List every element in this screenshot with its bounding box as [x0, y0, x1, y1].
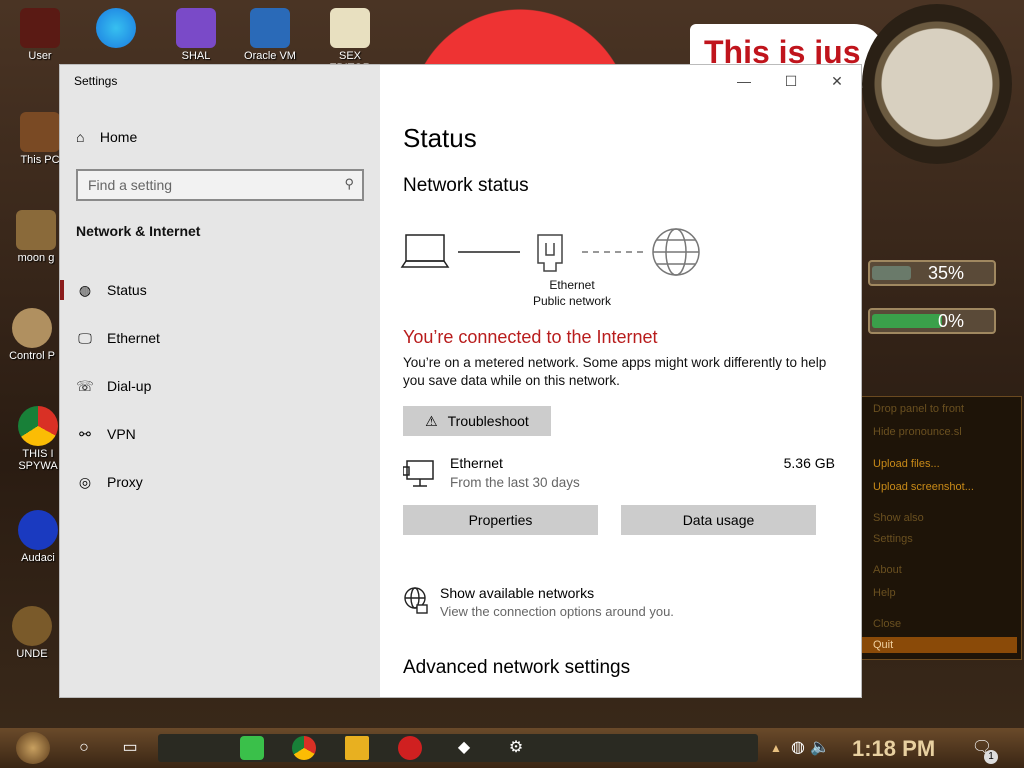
data-usage-button[interactable]: Data usage	[621, 505, 816, 535]
nav-home[interactable]: ⌂ Home	[76, 129, 137, 145]
ethernet-usage-row: Ethernet From the last 30 days 5.36 GB	[403, 455, 835, 495]
menu-item-quit[interactable]: Quit	[839, 637, 1017, 653]
task-view-icon[interactable]: ▭	[118, 736, 142, 760]
gauge-fill	[872, 266, 911, 280]
menu-item-help[interactable]: Help	[873, 587, 896, 599]
lightbulb-icon	[12, 308, 52, 348]
show-networks-subtitle: View the connection options around you.	[440, 604, 674, 619]
start-button[interactable]	[16, 732, 50, 764]
visual-studio-icon	[176, 8, 216, 48]
network-diagram: Ethernet Public network	[400, 225, 710, 315]
search-icon: ⚲	[344, 176, 354, 191]
network-diagram-graphic	[400, 228, 700, 276]
context-menu: Drop panel to front Hide pronounce.sl Up…	[836, 396, 1022, 660]
globe-network-icon	[404, 587, 428, 614]
settings-nav-pane: ⌂ Home Find a setting ⚲ Network & Intern…	[60, 65, 380, 697]
search-input[interactable]: Find a setting ⚲	[76, 169, 364, 201]
diagram-label: Ethernet Public network	[532, 278, 612, 308]
settings-window: ⌂ Home Find a setting ⚲ Network & Intern…	[60, 65, 861, 697]
edge-icon	[96, 8, 136, 48]
ethernet-period: From the last 30 days	[450, 475, 580, 490]
steampunk-clock-widget	[862, 4, 1012, 164]
network-globe-icon[interactable]: ◍	[786, 736, 810, 760]
volume-icon[interactable]: 🔈	[808, 736, 832, 760]
home-icon: ⌂	[76, 129, 85, 145]
moon-icon	[16, 210, 56, 250]
nav-item-vpn[interactable]: ⚯ VPN	[60, 416, 380, 452]
desktop-icon-user[interactable]: User	[12, 8, 68, 62]
user-folder-icon	[20, 8, 60, 48]
chrome-icon[interactable]	[292, 736, 316, 760]
menu-item-drop-panel[interactable]: Drop panel to front	[873, 403, 964, 415]
show-available-networks[interactable]: Show available networks View the connect…	[403, 583, 803, 623]
clock-time[interactable]: 1:18 PM	[852, 736, 935, 762]
ethernet-data-size: 5.36 GB	[783, 455, 835, 471]
desktop-icon-unde[interactable]: UNDE	[4, 606, 60, 660]
menu-item-close[interactable]: Close	[873, 618, 901, 630]
connection-status-text: You’re connected to the Internet	[403, 327, 658, 347]
ethernet-port-icon	[537, 234, 563, 272]
menu-item-show-also[interactable]: Show also	[873, 512, 924, 524]
chrome-icon	[18, 406, 58, 446]
settings-main-pane: Status Network status Ethernet Public ne…	[380, 65, 861, 697]
dialup-icon: ☏	[76, 378, 94, 394]
gauge-widget-1: 35%	[868, 260, 996, 286]
notes-app-icon[interactable]	[240, 736, 264, 760]
globe-icon: ◍	[78, 282, 92, 298]
unity-icon[interactable]: ◆	[452, 736, 476, 760]
desktop-icon-edge[interactable]	[88, 8, 144, 50]
ethernet-monitor-icon	[403, 460, 434, 487]
nav-item-status[interactable]: ◍ Status	[60, 272, 380, 308]
taskbar: ○ ▭ ◆ ⚙ ▲ ◍ 🔈 1:18 PM 🗨 1	[0, 728, 1024, 768]
gauge-widget-2: 0%	[868, 308, 996, 334]
file-explorer-icon[interactable]	[345, 736, 369, 760]
menu-item-upload-screenshot[interactable]: Upload screenshot...	[873, 481, 974, 493]
ethernet-icon: 🖵	[78, 330, 92, 346]
menu-item-settings[interactable]: Settings	[873, 533, 913, 545]
computer-icon	[20, 112, 60, 152]
hex-editor-icon	[330, 8, 370, 48]
internet-globe-icon	[652, 228, 700, 276]
gauge-fill	[872, 314, 942, 328]
network-status-heading: Network status	[403, 175, 529, 196]
cortana-icon[interactable]: ○	[72, 736, 96, 760]
audacity-icon	[18, 510, 58, 550]
nav-item-ethernet[interactable]: 🖵 Ethernet	[60, 320, 380, 356]
desktop-icon-audacity[interactable]: Audaci	[10, 510, 66, 564]
menu-item-hide[interactable]: Hide pronounce.sl	[873, 426, 962, 438]
nav-item-dialup[interactable]: ☏ Dial-up	[60, 368, 380, 404]
desktop-icon-chrome[interactable]: THIS I SPYWA	[10, 406, 66, 472]
show-networks-title: Show available networks	[440, 585, 595, 601]
nav-section-title: Network & Internet	[76, 223, 201, 239]
window-title: Settings	[74, 74, 118, 88]
metered-network-notice: You’re on a metered network. Some apps m…	[403, 355, 827, 388]
desktop-icon-visual-studio[interactable]: SHAL	[168, 8, 224, 62]
gear-icon	[12, 606, 52, 646]
advanced-settings-heading: Advanced network settings	[403, 657, 631, 678]
warning-icon: ⚠	[425, 413, 438, 429]
vpn-icon: ⚯	[79, 426, 91, 442]
troubleshoot-button[interactable]: ⚠ Troubleshoot	[403, 406, 551, 436]
app-red-icon[interactable]	[398, 736, 422, 760]
virtualbox-icon	[250, 8, 290, 48]
proxy-icon: ◎	[78, 474, 92, 490]
menu-item-upload-files[interactable]: Upload files...	[873, 458, 940, 470]
properties-button[interactable]: Properties	[403, 505, 598, 535]
notification-count: 1	[984, 750, 998, 764]
desktop-icon-control-panel[interactable]: Control P	[4, 308, 60, 362]
nav-item-proxy[interactable]: ◎ Proxy	[60, 464, 380, 500]
ethernet-name: Ethernet	[450, 455, 503, 471]
desktop-icon-virtualbox[interactable]: Oracle VM	[242, 8, 298, 62]
menu-item-about[interactable]: About	[873, 564, 902, 576]
chevron-up-icon[interactable]: ▲	[764, 736, 788, 760]
laptop-icon	[400, 234, 450, 268]
desktop-icon-moon[interactable]: moon g	[8, 210, 64, 264]
settings-gear-icon[interactable]: ⚙	[504, 736, 528, 760]
page-title: Status	[403, 123, 477, 153]
